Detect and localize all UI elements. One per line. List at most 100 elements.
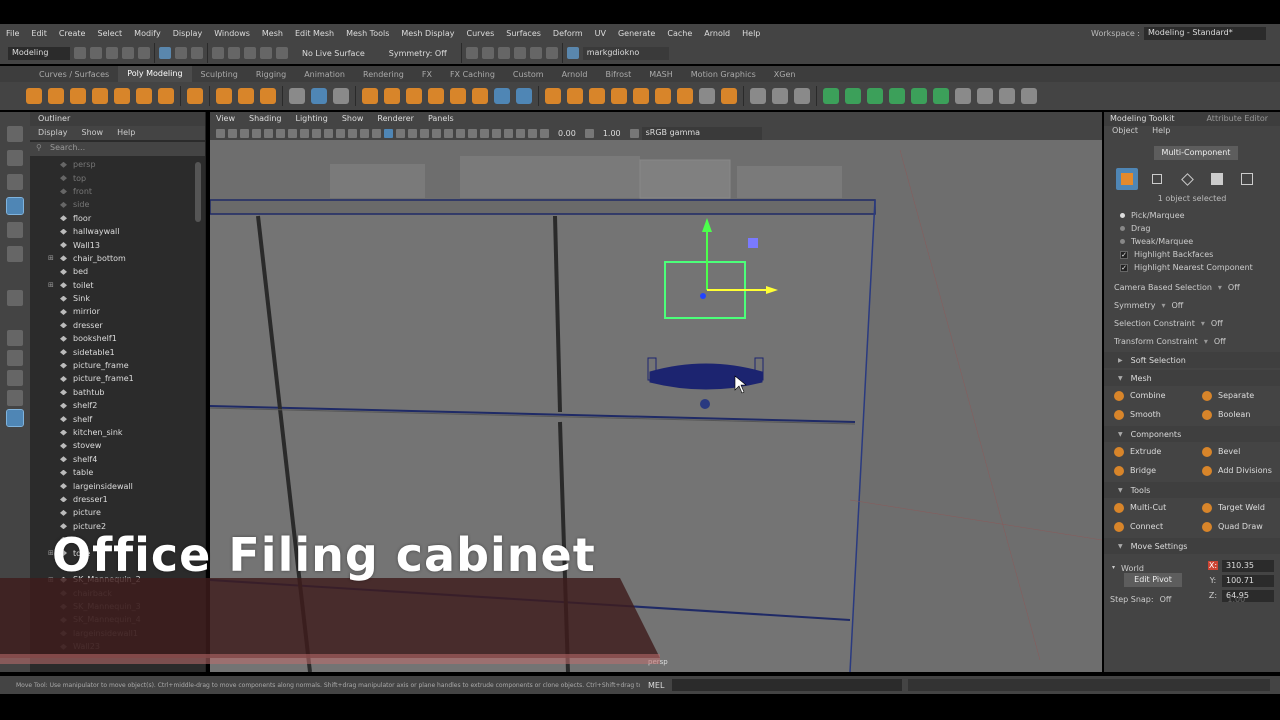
sculpt-icon[interactable] — [289, 88, 305, 104]
center-pivot-icon[interactable] — [494, 88, 510, 104]
outliner-item[interactable]: shelf4 — [30, 453, 205, 466]
grease-pencil-icon[interactable] — [276, 128, 285, 138]
space-dropdown-arrow-icon[interactable]: ▾ — [1112, 564, 1115, 571]
separate-icon[interactable] — [384, 88, 400, 104]
ambient-occlusion-icon[interactable] — [456, 128, 465, 138]
shelf-tab-sculpting[interactable]: Sculpting — [192, 70, 247, 79]
mesh-section-header[interactable]: ▼ Mesh — [1104, 370, 1280, 386]
shelf-tab-motion-graphics[interactable]: Motion Graphics — [682, 70, 765, 79]
outliner-menu-show[interactable]: Show — [82, 128, 104, 138]
move-settings-header[interactable]: ▼ Move Settings — [1104, 538, 1280, 554]
menu-object[interactable]: Object — [1112, 126, 1138, 138]
scale-tool-icon[interactable] — [7, 246, 23, 262]
outliner-item[interactable]: picture — [30, 506, 205, 519]
move-manipulator-center[interactable] — [700, 293, 706, 299]
menu-mesh[interactable]: Mesh — [256, 29, 289, 38]
outliner-search-field[interactable]: ⚲ Search... — [30, 142, 205, 156]
redo-icon[interactable] — [138, 47, 150, 59]
gamma-value[interactable]: 1.00 — [597, 129, 627, 138]
poly-plane-icon[interactable] — [136, 88, 152, 104]
option-highlight-backfaces[interactable]: ✓ Highlight Backfaces — [1104, 248, 1280, 261]
menu-help[interactable]: Help — [1152, 126, 1170, 138]
ipr-render-icon[interactable] — [497, 47, 510, 59]
connect-button[interactable]: Connect — [1104, 521, 1192, 532]
snap-point-icon[interactable] — [244, 47, 256, 59]
shelf-tab-arnold[interactable]: Arnold — [553, 70, 597, 79]
menu-edit-mesh[interactable]: Edit Mesh — [289, 29, 340, 38]
shelf-tab-fx[interactable]: FX — [413, 70, 441, 79]
safe-action-icon[interactable] — [348, 128, 357, 138]
option-tweak-marquee[interactable]: Tweak/Marquee — [1104, 235, 1280, 248]
freeze-transform-icon[interactable] — [516, 88, 532, 104]
poly-cone-icon[interactable] — [92, 88, 108, 104]
outliner-item[interactable]: ⊞ toilet — [30, 279, 205, 292]
outliner-item[interactable]: largeinsidewall — [30, 479, 205, 492]
outliner-item[interactable]: dresser1 — [30, 493, 205, 506]
option-pick-marquee[interactable]: Pick/Marquee — [1104, 209, 1280, 222]
xray-joints-icon[interactable] — [540, 128, 549, 138]
outliner-scrollbar[interactable] — [195, 162, 201, 222]
script-language-toggle[interactable]: MEL — [640, 681, 672, 690]
render-frame-icon[interactable] — [481, 47, 494, 59]
outliner-item[interactable]: side — [30, 198, 205, 211]
bevel-button[interactable]: Bevel — [1192, 446, 1280, 457]
outliner-item[interactable]: shelf — [30, 412, 205, 425]
menu-file[interactable]: File — [0, 29, 25, 38]
tab-attribute-editor[interactable]: Attribute Editor — [1200, 112, 1274, 126]
depth-of-field-icon[interactable] — [492, 128, 501, 138]
combine-icon[interactable] — [362, 88, 378, 104]
outliner-item[interactable]: mirrior — [30, 305, 205, 318]
wireframe-on-shaded-icon[interactable] — [408, 128, 417, 138]
straighten-uv-icon[interactable] — [933, 88, 949, 104]
mode-dropdown[interactable]: Modeling — [8, 46, 70, 60]
outliner-item[interactable]: table — [30, 466, 205, 479]
outliner-item[interactable]: bookshelf1 — [30, 332, 205, 345]
dropdown-arrow-icon[interactable]: ▾ — [1218, 283, 1222, 292]
auto-map-icon[interactable] — [794, 88, 810, 104]
move-manipulator-plane-handle[interactable] — [748, 238, 758, 248]
menu-windows[interactable]: Windows — [208, 29, 256, 38]
color-management-icon[interactable] — [629, 128, 639, 138]
uv-mode-icon[interactable] — [1236, 168, 1258, 190]
user-account-dropdown[interactable]: markgdiokno — [582, 46, 669, 60]
lasso-tool-icon[interactable] — [7, 150, 23, 166]
viewport-menu-show[interactable]: Show — [342, 114, 364, 124]
step-snap-value[interactable]: 1.00 — [1227, 595, 1245, 604]
grid-icon[interactable] — [288, 128, 297, 138]
outliner-menu-help[interactable]: Help — [117, 128, 135, 138]
y-value-field[interactable]: 100.71 — [1222, 574, 1274, 587]
textured-icon[interactable] — [420, 128, 429, 138]
add-divisions-button[interactable]: Add Divisions — [1192, 465, 1280, 476]
outliner-item[interactable]: kitchen_sink — [30, 426, 205, 439]
outliner-item[interactable]: Sink — [30, 292, 205, 305]
face-mode-icon[interactable] — [1206, 168, 1228, 190]
shelf-tab-rendering[interactable]: Rendering — [354, 70, 413, 79]
expand-icon[interactable]: ⊞ — [48, 254, 58, 262]
hypershade-icon[interactable] — [529, 47, 542, 59]
poly-cube-icon[interactable] — [48, 88, 64, 104]
paint-select-tool-icon[interactable] — [7, 174, 23, 190]
view-transform-dropdown[interactable]: sRGB gamma — [641, 126, 762, 140]
dropdown-arrow-icon[interactable]: ▾ — [1161, 301, 1165, 310]
snap-curve-icon[interactable] — [228, 47, 240, 59]
poly-disc-icon[interactable] — [158, 88, 174, 104]
boolean-button[interactable]: Boolean — [1192, 409, 1280, 420]
edge-mode-icon[interactable] — [1176, 168, 1198, 190]
outliner-item[interactable]: Wall13 — [30, 238, 205, 251]
target-weld-button[interactable]: Target Weld — [1192, 502, 1280, 513]
platonic-solid-icon[interactable] — [187, 88, 203, 104]
mirror-icon[interactable] — [450, 88, 466, 104]
arnold-render-icon[interactable] — [545, 47, 558, 59]
quad-draw-button[interactable]: Quad Draw — [1192, 521, 1280, 532]
select-by-object-icon[interactable] — [175, 47, 187, 59]
move-space-dropdown[interactable]: World — [1121, 564, 1144, 573]
svg-icon[interactable] — [260, 88, 276, 104]
shelf-tab-custom[interactable]: Custom — [504, 70, 553, 79]
bevel-icon[interactable] — [567, 88, 583, 104]
2d-pan-zoom-icon[interactable] — [264, 128, 273, 138]
bridge-button[interactable]: Bridge — [1104, 465, 1192, 476]
workspace-dropdown[interactable]: Modeling - Standard* — [1144, 26, 1266, 40]
smooth-button[interactable]: Smooth — [1104, 409, 1192, 420]
outliner-item[interactable]: stovew — [30, 439, 205, 452]
target-weld-icon[interactable] — [721, 88, 737, 104]
